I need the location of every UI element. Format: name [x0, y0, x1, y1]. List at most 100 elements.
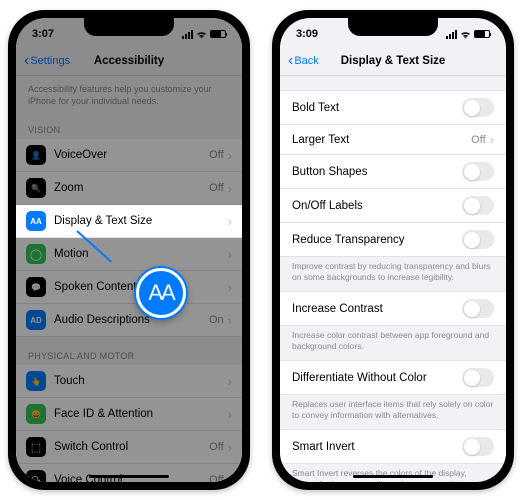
row-icon: 😀	[26, 404, 46, 424]
toggle[interactable]	[462, 162, 494, 181]
row-zoom[interactable]: 🔍ZoomOff›	[16, 172, 242, 205]
setting-value: Off	[471, 134, 485, 146]
row-value: Off	[209, 441, 223, 453]
chevron-right-icon: ›	[228, 407, 232, 422]
row-label: Motion	[54, 248, 228, 260]
setting-group: Increase Contrast	[280, 291, 506, 326]
setting-reduce-transparency[interactable]: Reduce Transparency	[280, 223, 506, 256]
row-label: VoiceOver	[54, 149, 209, 161]
setting-label: Increase Contrast	[292, 303, 462, 315]
callout-badge: AA	[136, 268, 186, 318]
chevron-right-icon: ›	[228, 473, 232, 482]
chevron-right-icon: ›	[228, 440, 232, 455]
right-phone: 3:09 ‹ Back Display & Text Size Bold Tex…	[272, 10, 514, 490]
setting-differentiate-without-color[interactable]: Differentiate Without Color	[280, 361, 506, 394]
row-motion[interactable]: ◯ Motion›	[16, 238, 242, 271]
setting-label: Smart Invert	[292, 441, 462, 453]
battery-icon	[210, 30, 226, 38]
group-footer: Increase color contrast between app fore…	[280, 326, 506, 360]
toggle[interactable]	[462, 437, 494, 456]
time: 3:07	[32, 28, 54, 40]
setting-button-shapes[interactable]: Button Shapes	[280, 155, 506, 189]
toggle[interactable]	[462, 368, 494, 387]
row-label: Face ID & Attention	[54, 408, 228, 420]
chevron-right-icon: ›	[228, 214, 232, 229]
home-indicator	[89, 475, 169, 478]
group-footer: Improve contrast by reducing transparenc…	[280, 257, 506, 291]
toggle[interactable]	[462, 196, 494, 215]
back-label: Settings	[30, 55, 70, 67]
group-header: PHYSICAL AND MOTOR	[16, 337, 242, 365]
row-touch[interactable]: 👆Touch›	[16, 365, 242, 398]
setting-increase-contrast[interactable]: Increase Contrast	[280, 292, 506, 325]
setting-label: On/Off Labels	[292, 200, 462, 212]
group-footer: Smart Invert reverses the colors of the …	[280, 464, 506, 482]
row-icon: ⬚	[26, 437, 46, 457]
row-face-id-attention[interactable]: 😀 Face ID & Attention›	[16, 398, 242, 431]
row-label: Audio Descriptions	[54, 314, 209, 326]
setting-label: Differentiate Without Color	[292, 372, 462, 384]
row-icon: 💬	[26, 277, 46, 297]
setting-smart-invert[interactable]: Smart Invert	[280, 430, 506, 463]
row-value: Off	[209, 182, 223, 194]
row-label: Switch Control	[54, 441, 209, 453]
row-icon: 🔍	[26, 178, 46, 198]
row-display-text-size[interactable]: AA Display & Text Size›	[16, 205, 242, 238]
row-value: Off	[209, 149, 223, 161]
right-content[interactable]: Bold Text Larger TextOff › Button Shapes On/…	[280, 76, 506, 482]
back-label: Back	[294, 55, 318, 67]
battery-icon	[474, 30, 490, 38]
chevron-left-icon: ‹	[288, 53, 293, 69]
row-switch-control[interactable]: ⬚ Switch ControlOff ›	[16, 431, 242, 464]
row-spoken-content[interactable]: 💬Spoken Content›	[16, 271, 242, 304]
row-icon: 🗣	[26, 470, 46, 482]
setting-label: Larger Text	[292, 134, 471, 146]
row-voiceover[interactable]: 👤VoiceOverOff›	[16, 139, 242, 172]
left-phone: 3:07 ‹ Settings Accessibility Accessibil…	[8, 10, 250, 490]
notch	[84, 18, 174, 36]
row-icon: 👤	[26, 145, 46, 165]
chevron-right-icon: ›	[228, 313, 232, 328]
row-voice-control[interactable]: 🗣Voice ControlOff›	[16, 464, 242, 482]
row-icon: AD	[26, 310, 46, 330]
back-button[interactable]: ‹ Settings	[24, 53, 70, 69]
row-label: Touch	[54, 375, 228, 387]
intro-text: Accessibility features help you customiz…	[16, 76, 242, 111]
chevron-right-icon: ›	[228, 181, 232, 196]
group-footer: Replaces user interface items that rely …	[280, 395, 506, 429]
cell-signal-icon	[446, 30, 457, 39]
chevron-left-icon: ‹	[24, 53, 29, 69]
row-icon: 👆	[26, 371, 46, 391]
display-text-size-screen: 3:09 ‹ Back Display & Text Size Bold Tex…	[280, 18, 506, 482]
setting-larger-text[interactable]: Larger TextOff ›	[280, 125, 506, 155]
home-indicator	[353, 475, 433, 478]
text-size-icon: AA	[148, 280, 173, 306]
row-value: Off	[209, 474, 223, 482]
nav-bar: ‹ Back Display & Text Size	[280, 46, 506, 76]
wifi-icon	[460, 30, 471, 38]
left-content[interactable]: Accessibility features help you customiz…	[16, 76, 242, 482]
setting-on-off-labels[interactable]: On/Off Labels	[280, 189, 506, 223]
chevron-right-icon: ›	[228, 280, 232, 295]
notch	[348, 18, 438, 36]
row-icon: AA	[26, 211, 46, 231]
toggle[interactable]	[462, 299, 494, 318]
row-icon: ◯	[26, 244, 46, 264]
wifi-icon	[196, 30, 207, 38]
nav-bar: ‹ Settings Accessibility	[16, 46, 242, 76]
setting-group: Smart Invert	[280, 429, 506, 464]
row-value: On	[209, 314, 224, 326]
chevron-right-icon: ›	[228, 247, 232, 262]
accessibility-screen: 3:07 ‹ Settings Accessibility Accessibil…	[16, 18, 242, 482]
row-audio-descriptions[interactable]: AD Audio DescriptionsOn ›	[16, 304, 242, 337]
chevron-right-icon: ›	[490, 132, 494, 147]
toggle[interactable]	[462, 98, 494, 117]
setting-group: Differentiate Without Color	[280, 360, 506, 395]
setting-label: Button Shapes	[292, 166, 462, 178]
back-button[interactable]: ‹ Back	[288, 53, 319, 69]
row-label: Display & Text Size	[54, 215, 228, 227]
time: 3:09	[296, 28, 318, 40]
setting-bold-text[interactable]: Bold Text	[280, 91, 506, 125]
toggle[interactable]	[462, 230, 494, 249]
cell-signal-icon	[182, 30, 193, 39]
